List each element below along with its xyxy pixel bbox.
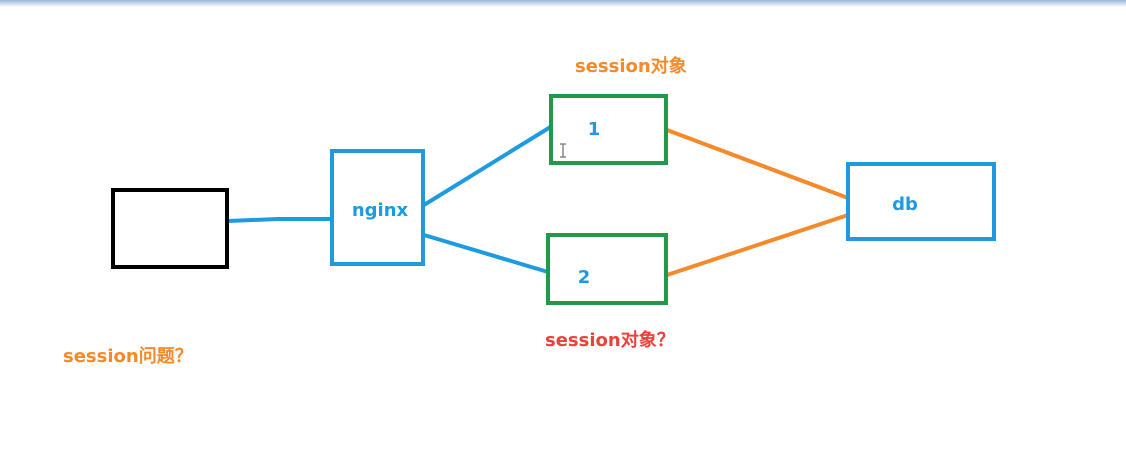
server1-label: 1 bbox=[588, 119, 601, 140]
server1-box bbox=[549, 94, 668, 165]
server2-label: 2 bbox=[578, 267, 591, 288]
diagram-canvas: nginx 1 2 db session对象 session对象？ sessio… bbox=[0, 0, 1126, 451]
nginx-label: nginx bbox=[352, 200, 409, 221]
session-problem-annotation: session问题？ bbox=[63, 346, 193, 367]
client-nginx-connector bbox=[227, 217, 333, 223]
server1-db-connector bbox=[666, 128, 849, 200]
server2-db-connector bbox=[666, 213, 849, 277]
nginx-server1-connector bbox=[422, 124, 554, 207]
client-box bbox=[111, 188, 229, 269]
architecture-diagram: nginx 1 2 db session对象 session对象？ sessio… bbox=[63, 55, 996, 367]
nginx-server2-connector bbox=[423, 233, 549, 274]
db-box bbox=[846, 162, 996, 241]
db-label: db bbox=[892, 194, 918, 215]
session-object-question-annotation: session对象？ bbox=[545, 329, 675, 351]
server2-box bbox=[546, 233, 668, 305]
text-cursor-icon bbox=[560, 143, 566, 158]
session-object-annotation: session对象 bbox=[575, 55, 687, 77]
